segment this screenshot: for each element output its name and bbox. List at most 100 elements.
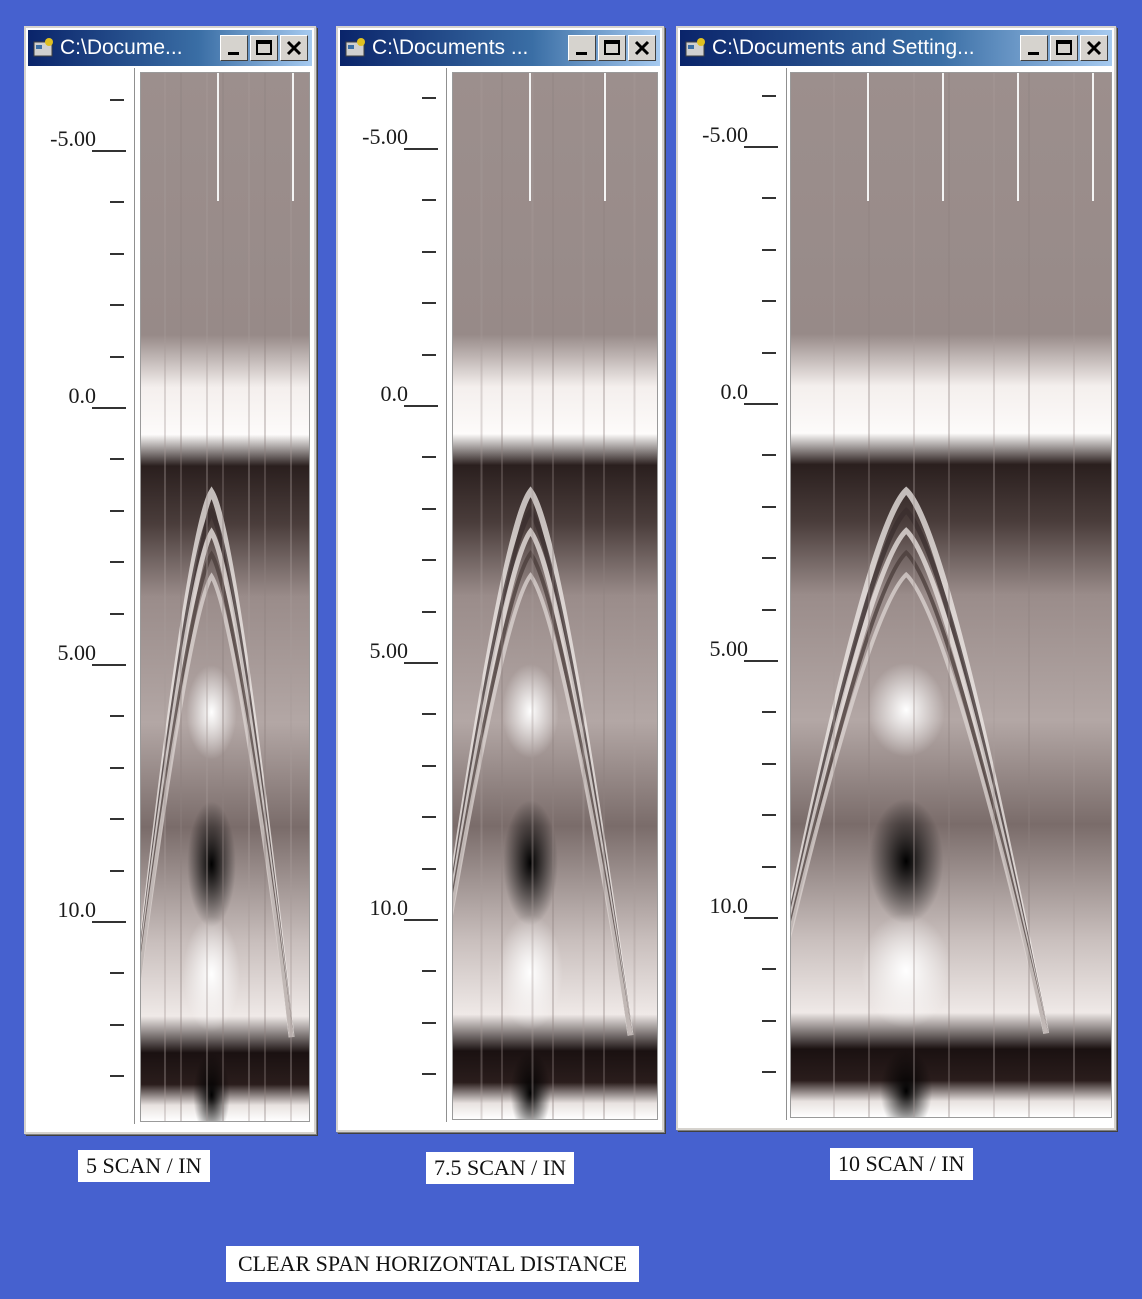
radar-scan-image[interactable]	[140, 72, 310, 1122]
app-icon	[685, 38, 705, 57]
major-tick	[404, 919, 438, 921]
minor-tick	[110, 972, 124, 975]
title-bar[interactable]: C:\Documents ...	[340, 30, 660, 66]
maximize-icon	[1056, 40, 1072, 55]
minor-tick	[422, 970, 436, 973]
major-tick	[404, 148, 438, 150]
major-tick	[744, 146, 778, 148]
scan-marker-line	[217, 73, 219, 201]
minor-tick	[110, 1023, 124, 1026]
minor-tick	[110, 561, 124, 564]
minimize-icon	[1028, 52, 1039, 55]
axis-label: -5.00	[362, 124, 408, 149]
close-icon	[286, 40, 302, 56]
scan-graphic	[791, 73, 1111, 1117]
close-button[interactable]	[1080, 35, 1108, 61]
maximize-button[interactable]	[250, 35, 278, 61]
minimize-button[interactable]	[568, 35, 596, 61]
bright-reflection	[867, 662, 945, 757]
major-tick	[404, 405, 438, 407]
dark-reflection	[503, 799, 558, 926]
scan-window-2[interactable]: C:\Documents ... -5.00 0.0 5.00 10.0	[336, 26, 664, 1132]
depth-ruler: -5.00 0.0 5.00 10.0	[30, 68, 135, 1124]
page: C:\Docume... -5.00 0.0 5.00 10.0 C:\Docu…	[0, 0, 1142, 1299]
minor-tick	[110, 458, 124, 461]
axis-label: 0.0	[720, 379, 749, 404]
radar-scan-image[interactable]	[452, 72, 658, 1120]
major-tick	[92, 921, 126, 923]
maximize-button[interactable]	[598, 35, 626, 61]
axis-label: 5.00	[709, 636, 749, 661]
window-title: C:\Documents ...	[372, 36, 529, 59]
minor-tick	[422, 507, 436, 510]
close-icon	[1086, 40, 1102, 56]
axis-label: -5.00	[50, 126, 96, 151]
minor-tick	[110, 201, 124, 204]
minor-tick	[422, 302, 436, 305]
minor-tick	[422, 816, 436, 819]
minimize-button[interactable]	[1020, 35, 1048, 61]
maximize-icon	[256, 40, 272, 55]
scan-rate-label-1: 5 SCAN / IN	[78, 1150, 210, 1182]
axis-label: 0.0	[380, 381, 409, 406]
scan-rate-label-2: 7.5 SCAN / IN	[426, 1152, 575, 1184]
close-button[interactable]	[628, 35, 656, 61]
close-button[interactable]	[280, 35, 308, 61]
minor-tick	[762, 505, 776, 508]
scan-graphic	[453, 73, 657, 1119]
scan-rate-label-3: 10 SCAN / IN	[830, 1148, 973, 1180]
minor-tick	[762, 814, 776, 817]
minor-tick	[762, 968, 776, 971]
maximize-button[interactable]	[1050, 35, 1078, 61]
window-title: C:\Documents and Setting...	[712, 36, 975, 59]
major-tick	[744, 917, 778, 919]
minor-tick	[110, 818, 124, 821]
minor-tick	[422, 1021, 436, 1024]
scan-marker-line	[1017, 73, 1019, 201]
minor-tick	[762, 1019, 776, 1022]
minor-tick	[110, 304, 124, 307]
minor-tick	[422, 1073, 436, 1076]
minor-tick	[422, 764, 436, 767]
minor-tick	[110, 612, 124, 615]
minor-tick	[110, 98, 124, 101]
axis-label: 5.00	[57, 640, 97, 665]
radar-scan-image[interactable]	[790, 72, 1112, 1118]
bright-reflection	[183, 916, 241, 1032]
minimize-button[interactable]	[220, 35, 248, 61]
minor-tick	[110, 715, 124, 718]
minor-tick	[110, 355, 124, 358]
minor-tick	[762, 197, 776, 200]
major-tick	[404, 662, 438, 664]
minimize-icon	[228, 52, 239, 55]
scan-window-3[interactable]: C:\Documents and Setting... -5.00 0.0 5.00…	[676, 26, 1116, 1130]
bright-reflection	[861, 913, 952, 1029]
minor-tick	[762, 557, 776, 560]
close-icon	[634, 40, 650, 56]
depth-ruler: -5.00 0.0 5.00 10.0	[682, 68, 787, 1120]
minor-tick	[762, 711, 776, 714]
minor-tick	[110, 766, 124, 769]
dark-reflection	[869, 798, 944, 924]
minor-tick	[422, 199, 436, 202]
scan-marker-line	[1092, 73, 1094, 201]
dark-reflection	[187, 801, 236, 928]
minor-tick	[422, 250, 436, 253]
major-tick	[744, 660, 778, 662]
title-bar[interactable]: C:\Docume...	[28, 30, 312, 66]
minor-tick	[762, 300, 776, 303]
minor-tick	[110, 252, 124, 255]
minor-tick	[422, 353, 436, 356]
title-bar[interactable]: C:\Documents and Setting...	[680, 30, 1112, 66]
minimize-icon	[576, 52, 587, 55]
scan-window-1[interactable]: C:\Docume... -5.00 0.0 5.00 10.0	[24, 26, 316, 1134]
axis-label: -5.00	[702, 122, 748, 147]
minor-tick	[762, 248, 776, 251]
axis-label: 10.0	[709, 893, 749, 918]
scan-marker-line	[529, 73, 531, 201]
scan-marker-line	[942, 73, 944, 201]
minor-tick	[762, 94, 776, 97]
bright-reflection	[186, 665, 237, 760]
minor-tick	[422, 610, 436, 613]
maximize-icon	[604, 40, 620, 55]
